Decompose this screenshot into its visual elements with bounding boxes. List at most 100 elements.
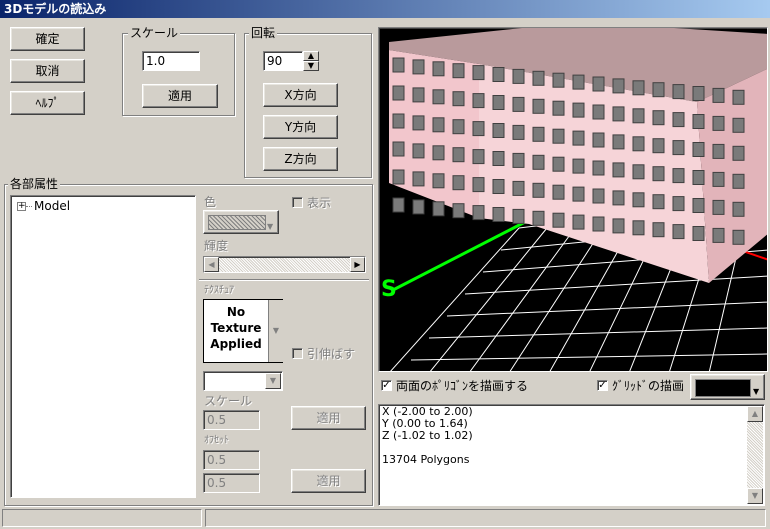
window-pane xyxy=(652,166,665,182)
rotate-x-button[interactable]: X方向 xyxy=(263,83,338,107)
grid-checkbox[interactable]: ✓ xyxy=(597,380,608,391)
window-pane xyxy=(612,162,625,178)
window-pane xyxy=(432,89,445,105)
texture-select[interactable]: ▼ xyxy=(203,371,283,391)
spin-down-icon[interactable]: ▼ xyxy=(303,61,319,71)
tree-expand-icon[interactable]: + xyxy=(17,202,26,211)
offset-y-input[interactable]: 0.5 xyxy=(203,473,260,493)
window-pane xyxy=(652,222,665,238)
window-pane xyxy=(732,145,745,161)
scale-apply-button[interactable]: 適用 xyxy=(142,84,218,108)
tree-item-model[interactable]: Model xyxy=(34,199,70,213)
window-pane xyxy=(692,114,705,129)
window-pane xyxy=(732,229,745,245)
double-sided-checkbox[interactable]: ✓ xyxy=(381,380,392,391)
window-pane xyxy=(552,128,565,144)
window-pane xyxy=(472,177,485,193)
scale-group-label: スケール xyxy=(128,26,181,40)
offset-x-input[interactable]: 0.5 xyxy=(203,450,260,470)
scroll-up-icon[interactable]: ▲ xyxy=(747,406,763,422)
window-pane xyxy=(432,117,445,133)
window-pane xyxy=(392,141,405,157)
window-pane xyxy=(692,86,705,101)
window-pane xyxy=(712,143,725,159)
window-pane xyxy=(732,89,745,105)
window-pane xyxy=(552,184,565,200)
window-pane xyxy=(452,119,465,135)
rotate-z-button[interactable]: Z方向 xyxy=(263,147,338,171)
window-pane xyxy=(572,130,585,146)
window-pane xyxy=(612,106,625,122)
info-scrollbar[interactable]: ▲ ▼ xyxy=(747,406,763,504)
color-dropdown[interactable]: ▼ xyxy=(203,210,279,234)
window-pane xyxy=(572,214,585,230)
title-bar: 3Dモデルの読込み xyxy=(0,0,770,18)
model-viewport[interactable]: S xyxy=(378,27,768,372)
brightness-slider[interactable]: ◀ ▶ xyxy=(203,256,366,273)
window-pane xyxy=(652,82,665,98)
window-pane xyxy=(492,67,505,82)
grid-line xyxy=(429,227,548,371)
bg-color-chevron-icon: ▼ xyxy=(753,387,760,396)
window-pane xyxy=(512,68,525,84)
window-pane xyxy=(612,78,625,94)
texture-label: ﾃｸｽﾁｭｱ xyxy=(204,285,234,296)
window-pane xyxy=(612,134,625,150)
grid-line xyxy=(410,353,767,361)
texture-divider xyxy=(199,279,369,280)
window-pane xyxy=(452,91,465,107)
rotate-angle-input[interactable]: 90 xyxy=(263,51,303,71)
stretch-label: 引伸ばす xyxy=(307,347,356,361)
window-pane xyxy=(432,145,445,161)
ok-button[interactable]: 確定 xyxy=(10,27,85,51)
window-pane xyxy=(672,84,685,100)
window-pane xyxy=(692,198,705,213)
scroll-down-icon[interactable]: ▼ xyxy=(747,488,763,504)
window-pane xyxy=(392,113,405,129)
window-pane xyxy=(692,170,705,185)
window-pane xyxy=(652,194,665,210)
window-pane xyxy=(532,126,545,142)
window-pane xyxy=(572,158,585,174)
window-pane xyxy=(732,117,745,133)
axis-z-marker-icon: S xyxy=(381,277,397,302)
window-pane xyxy=(512,152,525,168)
show-checkbox[interactable] xyxy=(292,197,303,208)
offset-apply-button[interactable]: 適用 xyxy=(291,469,366,493)
grid-line xyxy=(446,301,767,317)
bg-color-swatch xyxy=(695,379,751,397)
window-pane xyxy=(532,70,545,86)
window-pane xyxy=(552,156,565,172)
status-cell-1 xyxy=(2,509,202,527)
window-pane xyxy=(592,104,605,120)
spin-up-icon[interactable]: ▲ xyxy=(303,51,319,61)
window-pane xyxy=(552,100,565,116)
scroll-right-icon[interactable]: ▶ xyxy=(350,257,365,272)
window-pane xyxy=(452,147,465,163)
window-pane xyxy=(492,151,505,166)
texture-scale-input[interactable]: 0.5 xyxy=(203,410,260,430)
stretch-checkbox[interactable] xyxy=(292,348,303,359)
grid-label: ｸﾞﾘｯﾄﾞの描画 xyxy=(612,379,685,393)
scale-input[interactable]: 1.0 xyxy=(142,51,200,71)
window-pane xyxy=(412,87,425,103)
window-pane xyxy=(652,138,665,154)
window-pane xyxy=(712,199,725,215)
window-pane xyxy=(572,102,585,118)
bg-color-button[interactable]: ▼ xyxy=(690,374,765,400)
window-pane xyxy=(712,87,725,103)
window-pane xyxy=(592,188,605,204)
rotate-y-button[interactable]: Y方向 xyxy=(263,115,338,139)
window-pane xyxy=(492,179,505,194)
window-pane xyxy=(492,207,505,222)
grid-line xyxy=(469,227,576,371)
scroll-left-icon[interactable]: ◀ xyxy=(204,257,219,272)
texture-scale-apply-button[interactable]: 適用 xyxy=(291,406,366,430)
parts-tree[interactable]: + Model xyxy=(10,195,196,498)
model-info-box[interactable]: X (-2.00 to 2.00) Y (0.00 to 1.64) Z (-1… xyxy=(378,404,765,506)
axis-z-line xyxy=(392,218,530,292)
help-button[interactable]: ﾍﾙﾌﾟ xyxy=(10,91,85,115)
cancel-button[interactable]: 取消 xyxy=(10,59,85,83)
texture-preview[interactable]: No Texture Applied ▼ xyxy=(203,299,283,363)
window-pane xyxy=(532,182,545,198)
